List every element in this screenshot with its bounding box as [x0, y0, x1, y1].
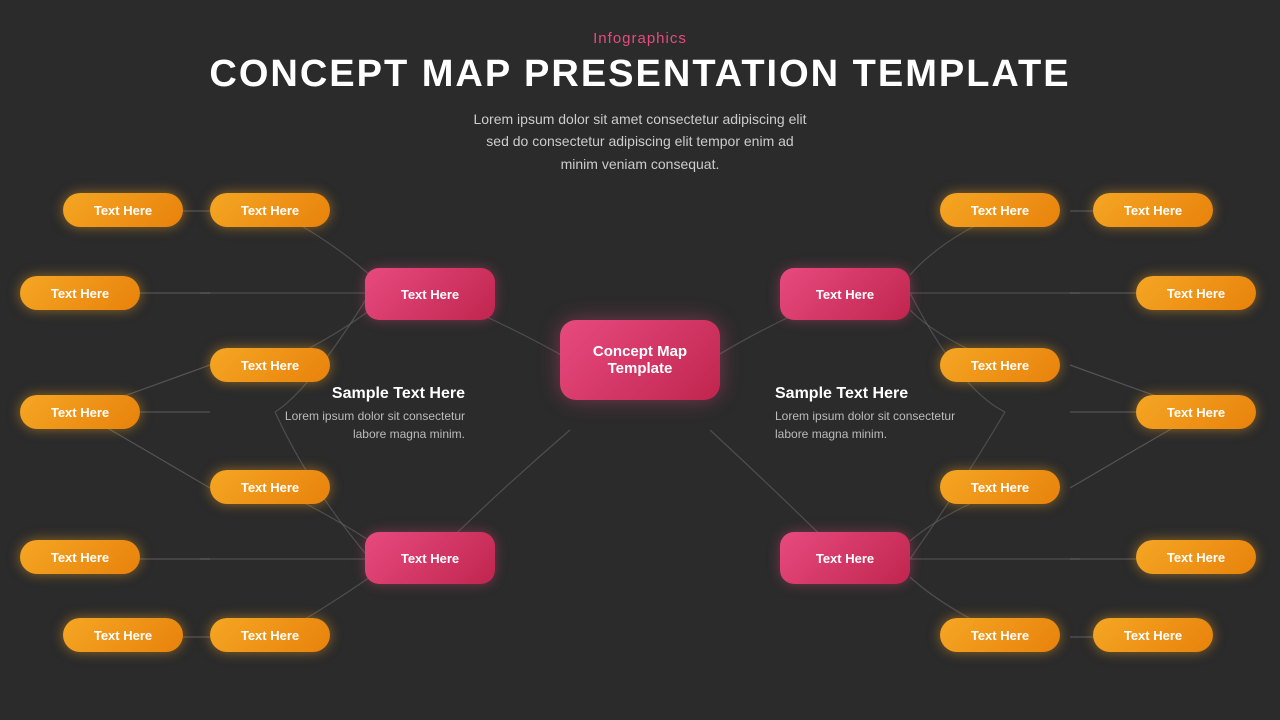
node-far-left-mid-bot-orange[interactable]: Text Here	[20, 395, 140, 429]
node-far-right-mid-top-orange[interactable]: Text Here	[1136, 276, 1256, 310]
node-right-top-orange[interactable]: Text Here	[940, 193, 1060, 227]
node-left-mid-top-orange[interactable]: Text Here	[210, 348, 330, 382]
center-node-text: Concept MapTemplate	[593, 343, 687, 377]
right-sample-text: Sample Text Here Lorem ipsum dolor sit c…	[775, 385, 960, 443]
node-far-right-mid-orange[interactable]: Text Here	[1136, 540, 1256, 574]
node-right-mid-bot-orange[interactable]: Text Here	[940, 470, 1060, 504]
center-node: Concept MapTemplate	[560, 320, 720, 400]
node-right-mid-top-orange[interactable]: Text Here	[940, 348, 1060, 382]
node-top-right-red[interactable]: Text Here	[780, 268, 910, 320]
node-left-bot-orange[interactable]: Text Here	[210, 618, 330, 652]
node-left-top-orange[interactable]: Text Here	[210, 193, 330, 227]
node-far-left-bot-orange[interactable]: Text Here	[63, 618, 183, 652]
node-far-left-top-orange[interactable]: Text Here	[63, 193, 183, 227]
node-far-right-top-orange[interactable]: Text Here	[1093, 193, 1213, 227]
right-sample-heading: Sample Text Here	[775, 385, 960, 403]
node-far-left-mid-orange[interactable]: Text Here	[20, 540, 140, 574]
left-sample-body: Lorem ipsum dolor sit consecteturlabore …	[280, 407, 465, 443]
right-sample-body: Lorem ipsum dolor sit consecteturlabore …	[775, 407, 960, 443]
node-far-right-bot-orange[interactable]: Text Here	[1093, 618, 1213, 652]
node-right-bot-orange[interactable]: Text Here	[940, 618, 1060, 652]
concept-map: Concept MapTemplate Sample Text Here Lor…	[0, 0, 1280, 720]
left-sample-heading: Sample Text Here	[280, 385, 465, 403]
left-sample-text: Sample Text Here Lorem ipsum dolor sit c…	[280, 385, 465, 443]
node-far-left-mid-top-orange[interactable]: Text Here	[20, 276, 140, 310]
node-left-mid-bot-orange[interactable]: Text Here	[210, 470, 330, 504]
node-bottom-left-red[interactable]: Text Here	[365, 532, 495, 584]
node-bottom-right-red[interactable]: Text Here	[780, 532, 910, 584]
node-far-right-mid-bot-orange[interactable]: Text Here	[1136, 395, 1256, 429]
node-top-left-red[interactable]: Text Here	[365, 268, 495, 320]
